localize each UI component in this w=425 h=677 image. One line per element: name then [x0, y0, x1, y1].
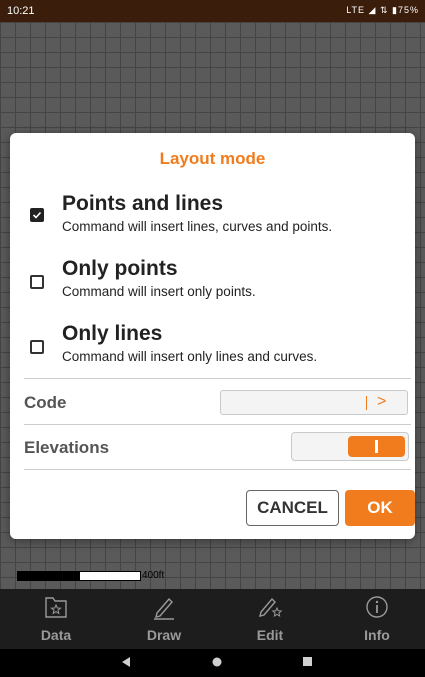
- recents-icon[interactable]: [302, 656, 313, 668]
- divider: [24, 469, 411, 470]
- code-label: Code: [24, 393, 67, 412]
- elevations-label: Elevations: [24, 438, 110, 457]
- nav-label-data: Data: [40, 627, 72, 643]
- info-icon: [366, 596, 388, 618]
- scale-label: 400ft: [142, 570, 165, 581]
- option-title: Only lines: [62, 322, 163, 345]
- layout-mode-dialog: Layout mode Points and lines Command wil…: [10, 133, 415, 539]
- system-nav-bar: [0, 649, 425, 677]
- checkbox-only-lines[interactable]: [30, 340, 44, 354]
- elevations-toggle[interactable]: [291, 432, 409, 461]
- ok-button[interactable]: OK: [345, 490, 415, 526]
- scale-bar: [17, 571, 141, 581]
- cancel-button[interactable]: CANCEL: [246, 490, 339, 526]
- toggle-knob: [348, 436, 405, 457]
- nav-item-data[interactable]: Data: [16, 589, 96, 649]
- divider: [24, 378, 411, 379]
- status-bar: 10:21 LTE ◢ ⇅ ▮75%: [0, 0, 425, 22]
- pencil-icon: [154, 597, 174, 620]
- option-title: Points and lines: [62, 192, 224, 215]
- checkbox-only-points[interactable]: [30, 275, 44, 289]
- bottom-nav: Data Draw Edit Info: [0, 589, 425, 649]
- nav-item-info[interactable]: Info: [337, 589, 417, 649]
- nav-item-edit[interactable]: Edit: [230, 589, 310, 649]
- nav-label-info: Info: [364, 627, 390, 643]
- nav-item-draw[interactable]: Draw: [124, 589, 204, 649]
- nav-label-edit: Edit: [256, 627, 284, 643]
- check-icon: [32, 211, 42, 219]
- nav-label-draw: Draw: [146, 627, 182, 643]
- status-time: 10:21: [7, 5, 35, 17]
- pencil-star-icon: [259, 597, 283, 618]
- back-icon[interactable]: [121, 656, 131, 668]
- code-field[interactable]: >: [220, 390, 408, 415]
- divider: [24, 424, 411, 425]
- folder-star-icon: [45, 597, 67, 618]
- option-description: Command will insert only points.: [62, 284, 256, 299]
- status-indicators: LTE ◢ ⇅ ▮75%: [346, 5, 419, 15]
- chevron-right-icon[interactable]: >: [377, 393, 386, 411]
- option-title: Only points: [62, 257, 178, 280]
- home-icon[interactable]: [211, 656, 223, 668]
- checkbox-points-and-lines[interactable]: [30, 208, 44, 222]
- option-description: Command will insert only lines and curve…: [62, 349, 318, 364]
- option-description: Command will insert lines, curves and po…: [62, 219, 333, 234]
- dialog-title: Layout mode: [159, 149, 266, 168]
- code-separator: [366, 396, 367, 410]
